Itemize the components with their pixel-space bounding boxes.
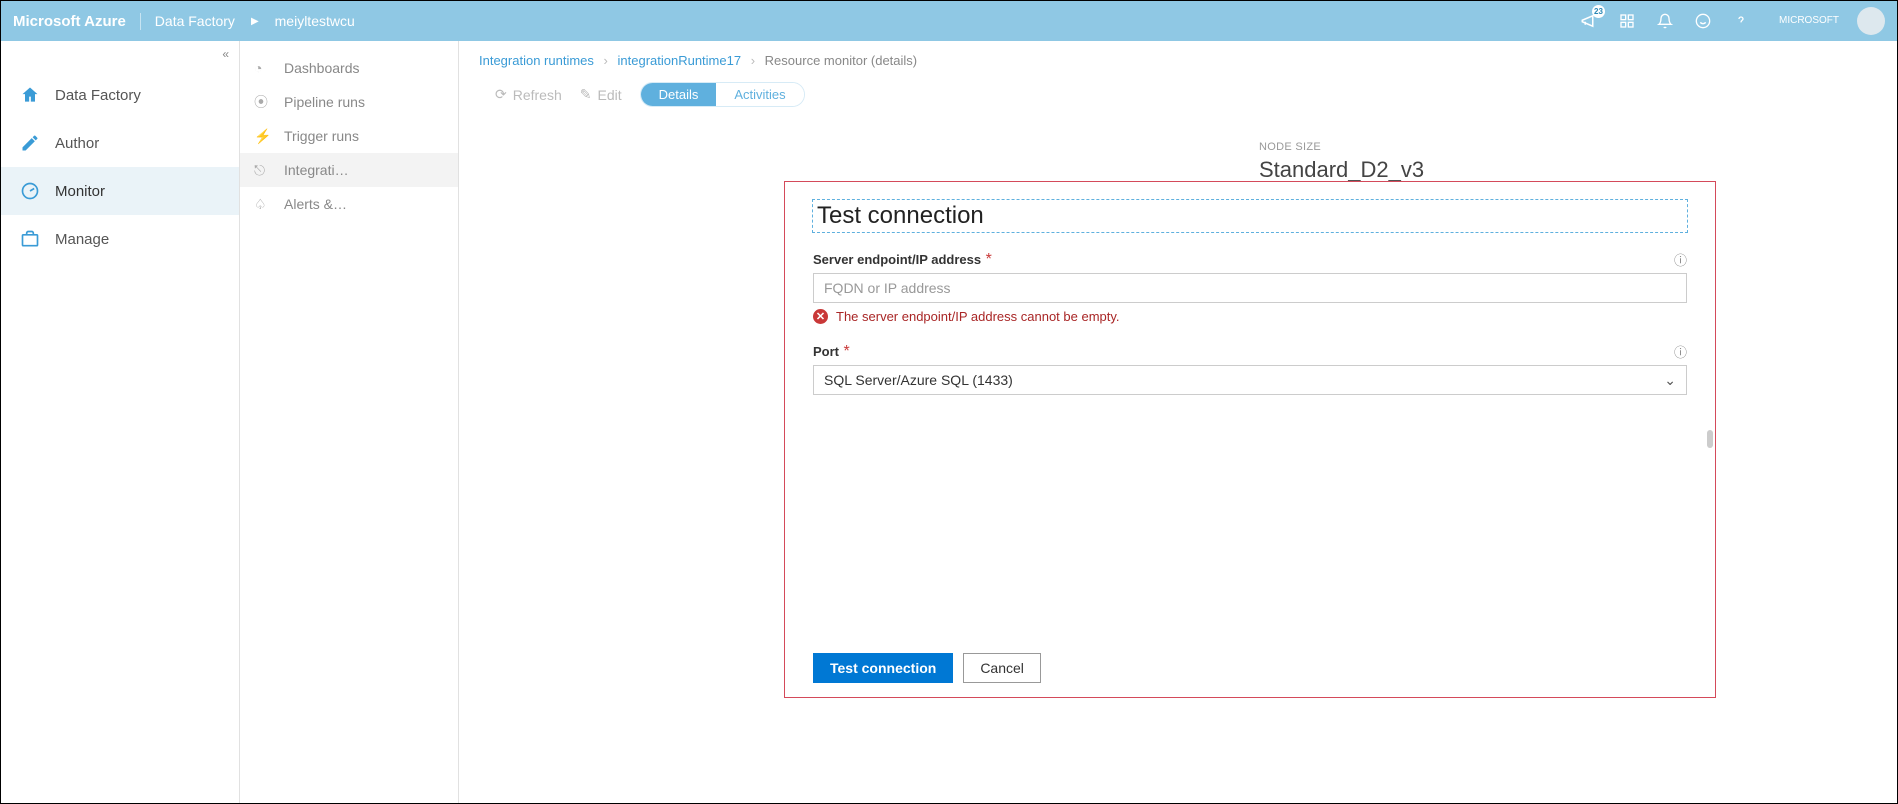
- port-selected-value: SQL Server/Azure SQL (1433): [824, 372, 1013, 388]
- refresh-icon: ⟳: [495, 86, 507, 103]
- nav-label: Manage: [55, 231, 109, 248]
- nav-label: Data Factory: [55, 87, 141, 104]
- cancel-button[interactable]: Cancel: [963, 653, 1041, 683]
- crumb-current: Resource monitor (details): [765, 53, 917, 68]
- chevron-down-icon: ⌄: [1664, 372, 1676, 389]
- nav-monitor[interactable]: Monitor: [1, 167, 239, 215]
- breadcrumb-header: Microsoft Azure Data Factory ▶ meiyltest…: [13, 13, 355, 30]
- pencil-icon: [19, 132, 41, 154]
- gauge-icon: [19, 180, 41, 202]
- nav-data-factory[interactable]: Data Factory: [1, 71, 239, 119]
- content-toolbar: ⟳ Refresh ✎ Edit Details Activities: [495, 82, 1877, 107]
- info-icon[interactable]: ⓘ: [1674, 342, 1687, 361]
- server-endpoint-input[interactable]: [813, 273, 1687, 303]
- pipeline-icon: ⦿: [254, 92, 272, 112]
- server-endpoint-label: Server endpoint/IP address: [813, 252, 981, 267]
- nav-label: Author: [55, 135, 99, 152]
- grid-icon[interactable]: [1617, 11, 1637, 31]
- refresh-label: Refresh: [513, 87, 562, 103]
- required-asterisk: *: [986, 251, 992, 268]
- tab-details[interactable]: Details: [641, 83, 717, 106]
- help-icon[interactable]: [1731, 11, 1751, 31]
- subnav-dashboards[interactable]: ◔ Dashboards: [240, 51, 458, 85]
- home-icon: [19, 84, 41, 106]
- subnav-label: Pipeline runs: [284, 94, 365, 110]
- integration-icon: ⎋: [254, 162, 272, 179]
- subnav-label: Trigger runs: [284, 128, 359, 144]
- top-header: Microsoft Azure Data Factory ▶ meiyltest…: [1, 1, 1897, 41]
- test-connection-button[interactable]: Test connection: [813, 653, 953, 683]
- collapse-sidebar-icon[interactable]: «: [222, 47, 229, 61]
- briefcase-icon: [19, 228, 41, 250]
- edit-button[interactable]: ✎ Edit: [580, 86, 622, 103]
- crumb-integration-runtimes[interactable]: Integration runtimes: [479, 53, 594, 68]
- monitor-subnav: ◔ Dashboards ⦿ Pipeline runs ⚡ Trigger r…: [240, 41, 459, 803]
- bell-icon[interactable]: [1655, 11, 1675, 31]
- test-connection-dialog: Test connection Server endpoint/IP addre…: [784, 181, 1716, 698]
- breadcrumb: Integration runtimes › integrationRuntim…: [479, 53, 1877, 68]
- chevron-right-icon: ▶: [251, 16, 259, 27]
- speedometer-icon: ◔: [254, 60, 272, 76]
- required-asterisk: *: [843, 343, 849, 360]
- error-icon: ✕: [813, 309, 828, 324]
- validation-error: ✕ The server endpoint/IP address cannot …: [813, 309, 1687, 324]
- notification-badge: 23: [1592, 5, 1605, 18]
- subnav-trigger-runs[interactable]: ⚡ Trigger runs: [240, 119, 458, 153]
- nav-label: Monitor: [55, 183, 105, 200]
- error-text: The server endpoint/IP address cannot be…: [836, 309, 1120, 324]
- port-label: Port: [813, 344, 839, 359]
- bell-outline-icon: ♤: [254, 196, 272, 213]
- chevron-right-icon: ›: [604, 53, 608, 68]
- node-size-value: Standard_D2_v3: [1259, 157, 1428, 183]
- info-icon[interactable]: ⓘ: [1674, 250, 1687, 269]
- azure-brand[interactable]: Microsoft Azure: [13, 13, 141, 30]
- subnav-integration-runtimes[interactable]: ⎋ Integrati…: [240, 153, 458, 187]
- content-area: Integration runtimes › integrationRuntim…: [459, 41, 1897, 803]
- server-endpoint-field: Server endpoint/IP address * ⓘ ✕ The ser…: [813, 250, 1687, 324]
- instance-name[interactable]: meiyltestwcu: [275, 13, 355, 29]
- service-name[interactable]: Data Factory: [155, 13, 235, 29]
- primary-sidebar: « Data Factory Author Monitor Manage: [1, 41, 240, 803]
- subnav-label: Dashboards: [284, 60, 360, 76]
- view-toggle: Details Activities: [640, 82, 805, 107]
- pencil-icon: ✎: [580, 86, 592, 103]
- refresh-button[interactable]: ⟳ Refresh: [495, 86, 562, 103]
- subnav-pipeline-runs[interactable]: ⦿ Pipeline runs: [240, 85, 458, 119]
- subnav-label: Alerts &…: [284, 196, 347, 212]
- port-select[interactable]: SQL Server/Azure SQL (1433) ⌄: [813, 365, 1687, 395]
- tab-activities[interactable]: Activities: [716, 83, 803, 106]
- nav-author[interactable]: Author: [1, 119, 239, 167]
- chevron-right-icon: ›: [751, 53, 755, 68]
- tenant-label: MICROSOFT: [1779, 16, 1839, 26]
- crumb-runtime-instance[interactable]: integrationRuntime17: [618, 53, 742, 68]
- port-field: Port * ⓘ SQL Server/Azure SQL (1433) ⌄: [813, 342, 1687, 395]
- nav-manage[interactable]: Manage: [1, 215, 239, 263]
- scrollbar-thumb[interactable]: [1707, 430, 1713, 448]
- dialog-title: Test connection: [813, 200, 1687, 232]
- smiley-feedback-icon[interactable]: [1693, 11, 1713, 31]
- notifications-megaphone-icon[interactable]: 23: [1579, 11, 1599, 31]
- subnav-label: Integrati…: [284, 162, 349, 178]
- edit-label: Edit: [598, 87, 622, 103]
- node-size-label: NODE SIZE: [1259, 141, 1428, 153]
- dialog-footer: Test connection Cancel: [813, 653, 1687, 683]
- top-right-tools: 23 MICROSOFT: [1579, 7, 1885, 35]
- subnav-alerts[interactable]: ♤ Alerts &…: [240, 187, 458, 221]
- user-avatar[interactable]: [1857, 7, 1885, 35]
- bolt-icon: ⚡: [254, 128, 272, 145]
